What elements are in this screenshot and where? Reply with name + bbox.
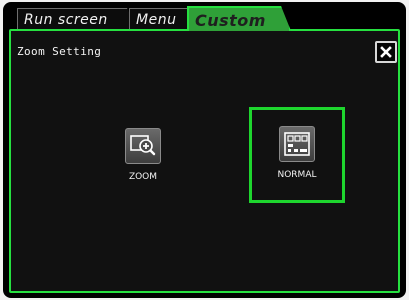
normal-option[interactable]: NORMAL (249, 107, 345, 203)
layout-grid-icon (279, 126, 315, 162)
zoom-label: ZOOM (128, 172, 158, 182)
tab-custom[interactable]: Custom (187, 6, 291, 31)
panel-title: Zoom Setting (17, 45, 102, 58)
zoom-option[interactable]: ZOOM (107, 120, 179, 200)
custom-panel: Zoom Setting ZOOM NORMAL (9, 29, 400, 293)
normal-label: NORMAL (277, 170, 317, 180)
device-screen: Run screen Menu Custom Zoom Setting ZOOM (3, 2, 406, 298)
zoom-icon (125, 128, 161, 164)
tab-bar: Run screen Menu Custom (3, 2, 406, 30)
close-icon (380, 46, 392, 58)
tab-run-screen[interactable]: Run screen (17, 8, 137, 30)
close-button[interactable] (375, 41, 397, 63)
